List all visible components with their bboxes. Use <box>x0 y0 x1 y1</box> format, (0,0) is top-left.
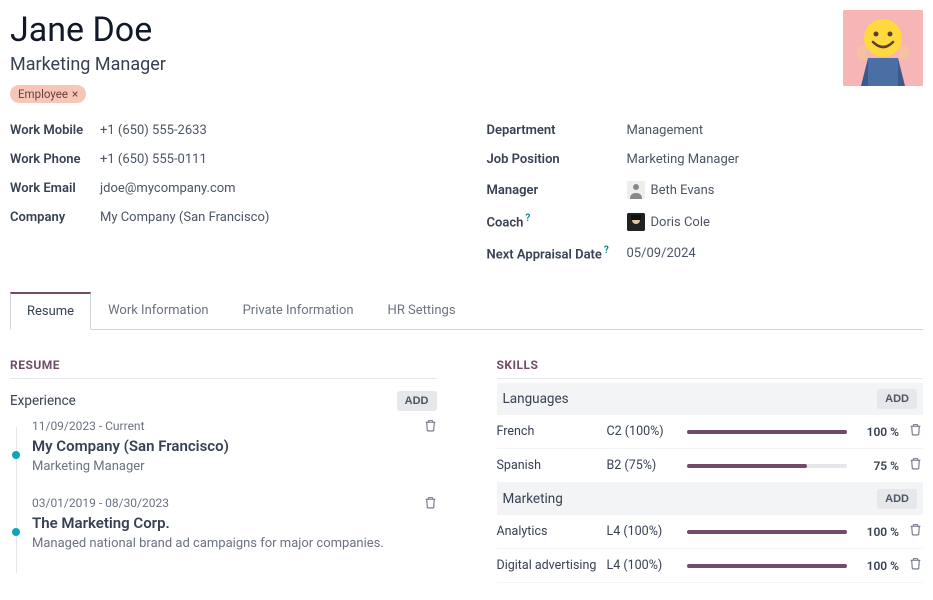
next-appraisal-label: Next Appraisal Date? <box>487 245 627 262</box>
tab-resume[interactable]: Resume <box>10 292 91 330</box>
trash-icon[interactable] <box>909 523 923 540</box>
tab-hr-settings[interactable]: HR Settings <box>371 292 473 330</box>
skill-row[interactable]: Analytics L4 (100%) 100 % <box>497 515 924 549</box>
skill-row[interactable]: Digital advertising L4 (100%) 100 % <box>497 549 924 583</box>
job-title[interactable]: Marketing Manager <box>10 54 923 75</box>
skill-name: Digital advertising <box>497 558 597 573</box>
job-position-label: Job Position <box>487 152 627 167</box>
coach-name: Doris Cole <box>651 215 710 230</box>
skill-level: L4 (100%) <box>607 524 677 539</box>
skill-progress <box>687 530 848 534</box>
skill-name: Analytics <box>497 524 597 539</box>
work-mobile-label: Work Mobile <box>10 123 100 138</box>
tag-label: Employee <box>18 87 68 101</box>
employee-tag[interactable]: Employee × <box>10 85 86 103</box>
work-phone-value[interactable]: +1 (650) 555-0111 <box>100 152 207 167</box>
trash-icon[interactable] <box>909 457 923 474</box>
experience-dates: 11/09/2023 - Current <box>32 419 437 433</box>
work-mobile-value[interactable]: +1 (650) 555-2633 <box>100 123 207 138</box>
skill-name: Spanish <box>497 458 597 473</box>
coach-value[interactable]: Doris Cole <box>627 213 710 231</box>
experience-company: The Marketing Corp. <box>32 514 437 532</box>
skill-row[interactable]: French C2 (100%) 100 % <box>497 415 924 449</box>
add-experience-button[interactable]: ADD <box>397 391 437 411</box>
employee-name[interactable]: Jane Doe <box>10 10 923 50</box>
manager-label: Manager <box>487 183 627 198</box>
skill-percent: 100 % <box>857 559 899 573</box>
help-icon[interactable]: ? <box>604 245 609 256</box>
skill-level: B2 (75%) <box>607 458 677 473</box>
experience-label: Experience <box>10 393 76 409</box>
add-skill-button[interactable]: ADD <box>877 489 917 509</box>
skill-percent: 100 % <box>857 425 899 439</box>
manager-value[interactable]: Beth Evans <box>627 181 715 199</box>
company-value[interactable]: My Company (San Francisco) <box>100 210 269 225</box>
skill-progress <box>687 564 848 568</box>
skill-group-label: Marketing <box>503 491 563 507</box>
avatar[interactable] <box>843 10 923 86</box>
work-phone-label: Work Phone <box>10 152 100 167</box>
skill-group-label: Languages <box>503 391 569 407</box>
skill-name: French <box>497 424 597 439</box>
skill-progress <box>687 464 848 468</box>
experience-description: Marketing Manager <box>32 459 437 474</box>
coach-label: Coach? <box>487 213 627 230</box>
skill-progress <box>687 430 848 434</box>
help-icon[interactable]: ? <box>525 213 530 224</box>
next-appraisal-value[interactable]: 05/09/2024 <box>627 246 696 261</box>
tab-work-information[interactable]: Work Information <box>91 292 226 330</box>
experience-item[interactable]: 11/09/2023 - Current My Company (San Fran… <box>32 419 437 496</box>
person-icon <box>627 181 645 199</box>
trash-icon[interactable] <box>909 557 923 574</box>
person-icon <box>627 213 645 231</box>
skill-row[interactable]: Spanish B2 (75%) 75 % <box>497 449 924 483</box>
skill-percent: 75 % <box>857 459 899 473</box>
close-icon[interactable]: × <box>72 87 78 101</box>
work-email-label: Work Email <box>10 181 100 196</box>
skill-percent: 100 % <box>857 525 899 539</box>
experience-item[interactable]: 03/01/2019 - 08/30/2023 The Marketing Cor… <box>32 496 437 573</box>
department-label: Department <box>487 123 627 138</box>
resume-heading: RESUME <box>10 358 437 379</box>
job-position-value[interactable]: Marketing Manager <box>627 152 740 167</box>
skill-level: C2 (100%) <box>607 424 677 439</box>
skills-heading: SKILLS <box>497 358 924 379</box>
experience-company: My Company (San Francisco) <box>32 437 437 455</box>
trash-icon[interactable] <box>424 419 437 436</box>
manager-name: Beth Evans <box>651 183 715 198</box>
company-label: Company <box>10 210 100 225</box>
trash-icon[interactable] <box>424 496 437 513</box>
work-email-value[interactable]: jdoe@mycompany.com <box>100 181 236 196</box>
tab-bar: Resume Work Information Private Informat… <box>10 292 923 330</box>
experience-dates: 03/01/2019 - 08/30/2023 <box>32 496 437 510</box>
department-value[interactable]: Management <box>627 123 704 138</box>
add-skill-button[interactable]: ADD <box>877 389 917 409</box>
trash-icon[interactable] <box>909 423 923 440</box>
experience-description: Managed national brand ad campaigns for … <box>32 536 437 551</box>
tab-private-information[interactable]: Private Information <box>226 292 371 330</box>
skill-level: L4 (100%) <box>607 558 677 573</box>
